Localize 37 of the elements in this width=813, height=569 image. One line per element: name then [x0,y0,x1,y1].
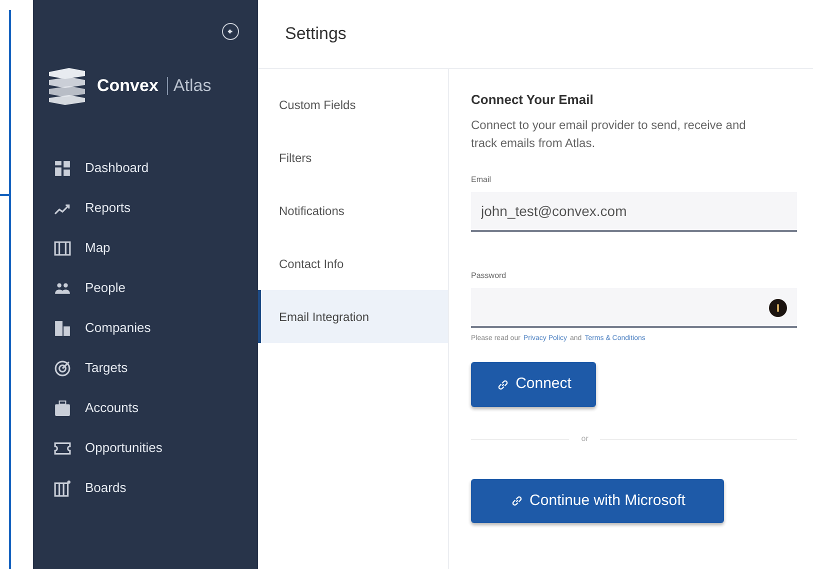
microsoft-button[interactable]: Continue with Microsoft [471,479,724,523]
map-icon [54,240,71,256]
board-icon [54,480,71,496]
sidebar-item[interactable]: Companies [33,308,258,348]
divider-label: or [581,433,588,445]
brand-name: Convex [97,75,158,98]
settings-menu-item[interactable]: Contact Info [258,237,448,290]
ticket-icon [54,440,71,456]
key-icon[interactable] [769,298,787,316]
link-icon [496,378,510,392]
settings-menu-item[interactable]: Custom Fields [258,78,448,131]
building-icon [54,320,71,336]
collapse-sidebar-icon[interactable] [222,23,239,40]
product-name: Atlas [173,75,212,98]
sidebar-item[interactable]: Opportunities [33,428,258,468]
password-field[interactable] [471,288,797,328]
panel-title: Connect Your Email [471,91,594,109]
email-field[interactable]: john_test@convex.com [471,192,797,232]
sidebar-item[interactable]: Reports [33,188,258,228]
sidebar-item[interactable]: Boards [33,468,258,508]
settings-menu-item[interactable]: Notifications [258,184,448,237]
briefcase-icon [54,400,71,416]
grid-icon [54,160,71,176]
settings-menu-item[interactable]: Filters [258,131,448,184]
panel-description: Connect to your email provider to send, receive and track emails from Atlas. [471,116,747,152]
page-title: Settings [285,23,346,46]
sidebar-item[interactable]: Map [33,228,258,268]
sidebar-item[interactable]: Targets [33,348,258,388]
sidebar-item[interactable]: Dashboard [33,148,258,188]
settings-menu-item[interactable]: Email Integration [258,290,448,343]
field-label: Password [471,270,508,282]
target-icon [54,360,71,376]
sidebar-item[interactable]: Accounts [33,388,258,428]
connect-button[interactable]: Connect [471,362,596,407]
field-label: Email [471,174,492,186]
link-icon [510,494,524,508]
sidebar-item[interactable]: People [33,268,258,308]
